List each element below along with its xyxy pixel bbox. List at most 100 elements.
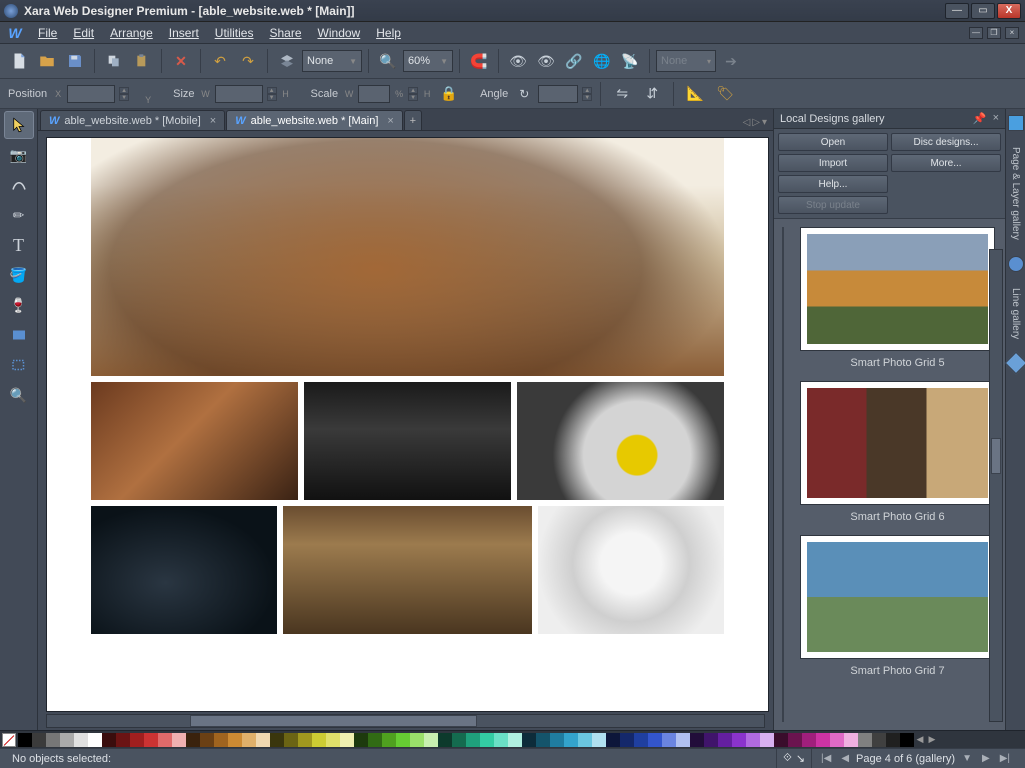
rectangle-tool[interactable] — [4, 321, 34, 349]
page-last-button[interactable]: ▶| — [997, 753, 1013, 764]
color-swatch[interactable] — [872, 733, 886, 747]
tab-scroll-left[interactable]: ◁ — [743, 117, 751, 128]
names-button[interactable]: 🏷 — [712, 81, 738, 107]
grid-photo-6[interactable] — [538, 506, 724, 634]
text-tool[interactable]: T — [4, 231, 34, 259]
color-swatch[interactable] — [270, 733, 284, 747]
color-swatch[interactable] — [858, 733, 872, 747]
color-swatch[interactable] — [508, 733, 522, 747]
zoom-tool[interactable]: 🔍 — [4, 381, 34, 409]
color-swatch[interactable] — [298, 733, 312, 747]
selector-tool[interactable] — [4, 111, 34, 139]
color-swatch[interactable] — [578, 733, 592, 747]
tab-scroll-right[interactable]: ▷ — [752, 117, 760, 128]
color-swatch[interactable] — [88, 733, 102, 747]
color-swatch[interactable] — [340, 733, 354, 747]
tab-close-icon[interactable]: × — [210, 115, 216, 127]
undo-button[interactable]: ↶ — [207, 48, 233, 74]
grid-photo-2[interactable] — [304, 382, 511, 500]
gallery-open-button[interactable]: Open — [778, 133, 888, 151]
color-swatch[interactable] — [158, 733, 172, 747]
color-swatch[interactable] — [746, 733, 760, 747]
size-spinner[interactable]: ▲▼ — [267, 87, 277, 101]
color-swatch[interactable] — [396, 733, 410, 747]
grid-photo-1[interactable] — [91, 382, 298, 500]
zoom-dropdown[interactable]: 60%▼ — [403, 50, 453, 72]
scale-w-input[interactable] — [358, 85, 390, 103]
open-button[interactable] — [34, 48, 60, 74]
tab-mobile[interactable]: Wable_website.web * [Mobile]× — [40, 110, 225, 130]
menu-window[interactable]: Window — [310, 24, 369, 42]
color-swatch[interactable] — [382, 733, 396, 747]
no-color-swatch[interactable] — [2, 733, 16, 747]
live-drag-icon[interactable]: ⟐ — [783, 752, 792, 765]
color-swatch[interactable] — [74, 733, 88, 747]
color-swatch[interactable] — [438, 733, 452, 747]
side-line-icon[interactable] — [1008, 256, 1024, 272]
snap-indicator-icon[interactable]: ↘ — [796, 752, 805, 765]
mdi-minimize-button[interactable]: — — [969, 27, 983, 39]
color-swatch[interactable] — [144, 733, 158, 747]
color-swatch[interactable] — [774, 733, 788, 747]
lock-aspect-button[interactable]: 🔒 — [436, 81, 462, 107]
shape-tool[interactable] — [4, 171, 34, 199]
color-swatch[interactable] — [116, 733, 130, 747]
menu-utilities[interactable]: Utilities — [207, 24, 262, 42]
gallery-item[interactable] — [800, 535, 995, 659]
scale-spinner[interactable]: ▲▼ — [408, 87, 418, 101]
color-swatch[interactable] — [424, 733, 438, 747]
side-misc-icon[interactable] — [1004, 352, 1025, 375]
color-swatch[interactable] — [242, 733, 256, 747]
color-swatch[interactable] — [802, 733, 816, 747]
window-close-button[interactable]: X — [997, 3, 1021, 19]
gallery-vertical-scrollbar[interactable] — [989, 249, 1003, 722]
color-swatch[interactable] — [256, 733, 270, 747]
preview-page-button[interactable]: 👁 — [505, 48, 531, 74]
color-swatch[interactable] — [676, 733, 690, 747]
horizontal-scrollbar[interactable] — [46, 714, 765, 728]
menu-insert[interactable]: Insert — [161, 24, 207, 42]
color-swatch[interactable] — [634, 733, 648, 747]
color-swatch[interactable] — [466, 733, 480, 747]
color-swatch[interactable] — [284, 733, 298, 747]
color-swatch[interactable] — [186, 733, 200, 747]
color-swatch[interactable] — [326, 733, 340, 747]
names-dropdown[interactable]: None▼ — [302, 50, 362, 72]
palette-scroll-left[interactable]: ◀ — [914, 734, 926, 745]
color-swatch[interactable] — [760, 733, 774, 747]
menu-edit[interactable]: Edit — [65, 24, 102, 42]
pos-x-input[interactable] — [67, 85, 115, 103]
color-swatch[interactable] — [788, 733, 802, 747]
color-swatch[interactable] — [844, 733, 858, 747]
color-swatch[interactable] — [60, 733, 74, 747]
gallery-item[interactable] — [800, 227, 995, 351]
color-swatch[interactable] — [620, 733, 634, 747]
gallery-more-button[interactable]: More... — [891, 154, 1001, 172]
design-canvas[interactable] — [46, 137, 769, 712]
mdi-close-button[interactable]: × — [1005, 27, 1019, 39]
draw-tool[interactable]: ✏ — [4, 201, 34, 229]
page-dropdown-button[interactable]: ▼ — [959, 753, 975, 764]
color-swatch[interactable] — [480, 733, 494, 747]
scale-line-widths-button[interactable]: 📐 — [682, 81, 708, 107]
link-button[interactable]: 🔗 — [561, 48, 587, 74]
color-swatch[interactable] — [312, 733, 326, 747]
size-w-input[interactable] — [215, 85, 263, 103]
page-layer-gallery-tab[interactable]: Page & Layer gallery — [1010, 141, 1021, 246]
color-swatch[interactable] — [172, 733, 186, 747]
color-swatch[interactable] — [648, 733, 662, 747]
gallery-import-button[interactable]: Import — [778, 154, 888, 172]
page-prev-button[interactable]: ◀ — [838, 753, 852, 764]
tab-menu-button[interactable]: ▾ — [762, 117, 767, 128]
color-swatch[interactable] — [704, 733, 718, 747]
grid-photo-5[interactable] — [283, 506, 531, 634]
panel-close-icon[interactable]: × — [993, 112, 999, 125]
hero-photo[interactable] — [91, 138, 724, 376]
side-swatch-icon[interactable] — [1008, 115, 1024, 131]
flip-h-button[interactable]: ⇋ — [609, 81, 635, 107]
tab-main[interactable]: Wable_website.web * [Main]× — [226, 110, 403, 130]
color-swatch[interactable] — [662, 733, 676, 747]
angle-input[interactable] — [538, 85, 578, 103]
tab-close-icon[interactable]: × — [387, 115, 393, 127]
color-swatch[interactable] — [18, 733, 32, 747]
